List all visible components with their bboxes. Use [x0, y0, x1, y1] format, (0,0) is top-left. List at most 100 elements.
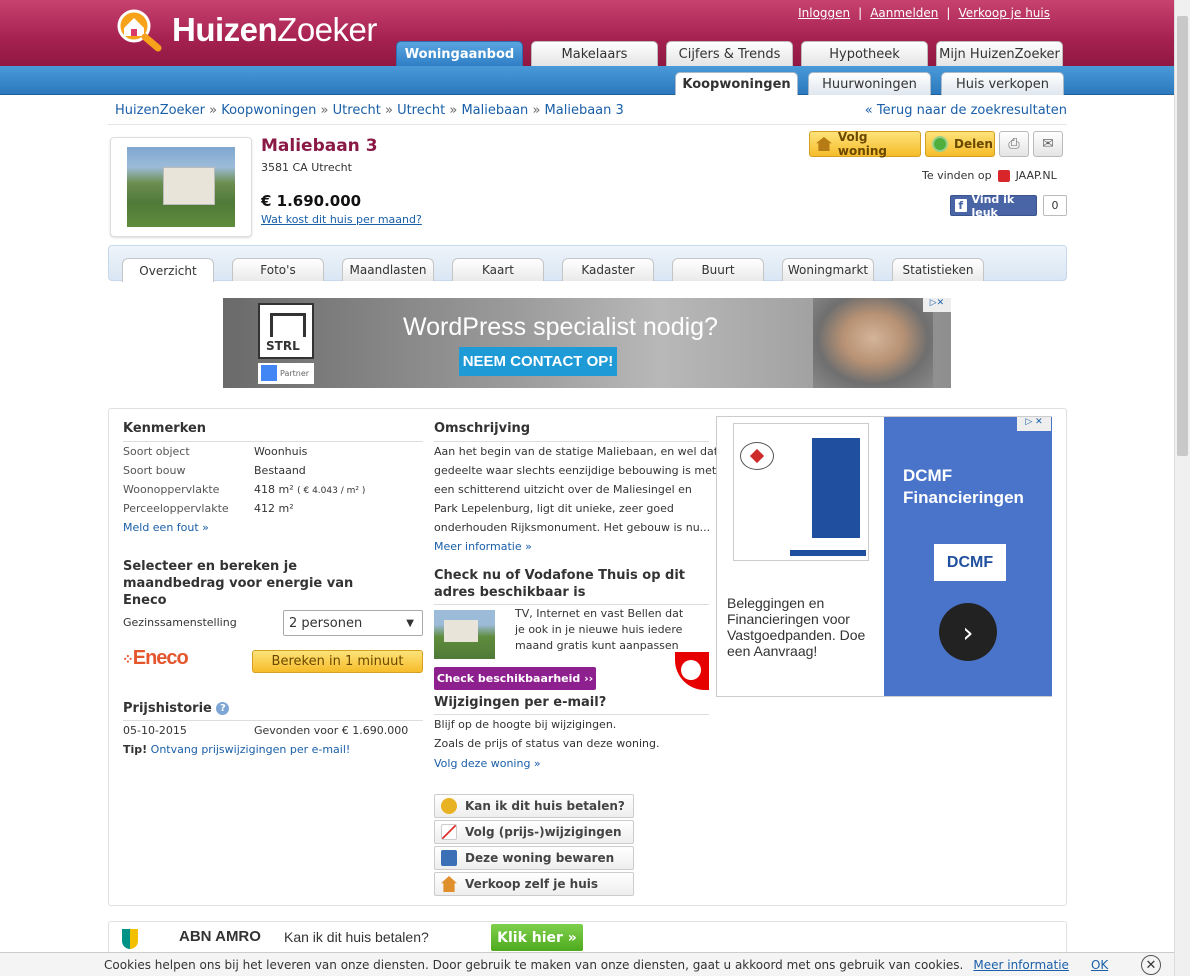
spec-value: Woonhuis [254, 445, 308, 458]
help-icon[interactable]: ? [216, 702, 230, 715]
tab-cijfers-trends[interactable]: Cijfers & Trends [666, 41, 793, 66]
breadcrumb-item[interactable]: Maliebaan [461, 103, 528, 118]
calculate-button[interactable]: Bereken in 1 minuut [252, 650, 423, 673]
main-nav: Woningaanbod Makelaars Cijfers & Trends … [396, 41, 1063, 66]
share-icon [932, 136, 948, 152]
tab-overzicht[interactable]: Overzicht [122, 258, 214, 282]
vodafone-text: TV, Internet en vast Bellen dat je ook i… [515, 607, 684, 652]
tab-makelaars[interactable]: Makelaars [531, 41, 658, 66]
heart-icon [740, 442, 774, 470]
banner-ad[interactable]: STRL Partner WordPress specialist nodig?… [223, 298, 951, 388]
spec-label: Soort bouw [123, 464, 186, 477]
facebook-like-button[interactable]: f Vind ik leuk [950, 192, 1037, 219]
abn-amro-question: Kan ik dit huis betalen? [284, 929, 429, 945]
breadcrumb-sep: » [209, 103, 218, 118]
scrollbar-thumb[interactable] [1177, 16, 1188, 456]
monthly-cost-link[interactable]: Wat kost dit huis per maand? [261, 213, 422, 226]
kenmerken-heading: Kenmerken [123, 421, 207, 436]
price-alert-link[interactable]: Ontvang prijswijzigingen per e-mail! [151, 743, 351, 756]
tab-koopwoningen[interactable]: Koopwoningen [675, 72, 798, 95]
affordability-button[interactable]: Kan ik dit huis betalen? [434, 794, 634, 818]
email-button[interactable]: ✉ [1033, 131, 1063, 157]
history-event: Gevonden voor € 1.690.000 [254, 724, 409, 737]
breadcrumb-item[interactable]: HuizenZoeker [115, 103, 205, 118]
logo-magnifier-icon [112, 6, 170, 54]
chevron-right-icon[interactable]: › [939, 603, 997, 661]
abn-amro-shield-icon [122, 929, 138, 949]
account-links: Inloggen | Aanmelden | Verkoop je huis [798, 6, 1050, 20]
household-label: Gezinssamenstelling [123, 616, 237, 629]
share-label: Delen [954, 137, 993, 151]
tab-woningaanbod[interactable]: Woningaanbod [396, 41, 523, 66]
side-ad-headline: DCMF Financieringen [903, 466, 1024, 507]
fb-like-label: Vind ik leuk [971, 192, 1015, 219]
envelope-icon: ✉ [1042, 136, 1054, 152]
jaap-icon [997, 169, 1010, 182]
divider [123, 441, 423, 442]
spec-value: Bestaand [254, 464, 306, 477]
tab-kaart[interactable]: Kaart [452, 258, 544, 281]
eneco-logo: ⁘Eneco [122, 647, 189, 669]
sell-house-link[interactable]: Verkoop je huis [958, 6, 1050, 20]
tab-buurt[interactable]: Buurt [672, 258, 764, 281]
breadcrumb: HuizenZoeker » Koopwoningen » Utrecht » … [115, 103, 624, 118]
close-icon[interactable]: ✕ [1141, 955, 1161, 975]
link-separator: | [946, 6, 951, 20]
ad-choices-icon[interactable]: ▷ ✕ [1017, 417, 1051, 431]
eneco-dots-icon: ⁘ [122, 651, 134, 667]
sell-yourself-button[interactable]: Verkoop zelf je huis [434, 872, 634, 896]
banner-cta-button[interactable]: NEEM CONTACT OP! [459, 347, 617, 376]
dcmf-logo: DCMF [934, 544, 1006, 581]
breadcrumb-item[interactable]: Utrecht [333, 103, 381, 118]
save-property-button[interactable]: Deze woning bewaren [434, 846, 634, 870]
breadcrumb-sep: » [449, 103, 458, 118]
back-to-results-link[interactable]: « Terug naar de zoekresultaten [865, 103, 1067, 118]
tab-fotos[interactable]: Foto's [232, 258, 324, 281]
share-button[interactable]: Delen [925, 131, 995, 157]
tab-woningmarkt[interactable]: Woningmarkt [782, 258, 874, 281]
follow-changes-button[interactable]: Volg (prijs-)wijzigingen [434, 820, 634, 844]
description-text: Aan het begin van de statige Maliebaan, … [434, 445, 719, 534]
email-alerts-text: Blijf op de hoogte bij wijzigingen. Zoal… [434, 718, 660, 750]
divider [434, 604, 709, 605]
found-on-label: Te vinden op [922, 169, 992, 182]
cookie-ok-link[interactable]: OK [1091, 958, 1108, 972]
cookie-more-info-link[interactable]: Meer informatie [973, 958, 1069, 972]
tab-statistieken[interactable]: Statistieken [892, 258, 984, 281]
check-availability-button[interactable]: Check beschikbaarheid ›› [434, 667, 596, 690]
property-address: 3581 CA Utrecht [261, 161, 352, 174]
dropdown-arrow-icon: ▼ [406, 617, 414, 629]
tab-huis-verkopen[interactable]: Huis verkopen [941, 72, 1064, 95]
side-ad[interactable]: Beleggingen en Financieringen voor Vastg… [716, 416, 1052, 697]
tab-maandlasten[interactable]: Maandlasten [342, 258, 434, 281]
login-link[interactable]: Inloggen [798, 6, 850, 20]
household-select[interactable]: 2 personen ▼ [283, 610, 423, 636]
ad-choices-icon[interactable]: ▷✕ [923, 298, 951, 312]
tab-mijn-huizenzoeker[interactable]: Mijn HuizenZoeker [936, 41, 1063, 66]
breadcrumb-item[interactable]: Utrecht [397, 103, 445, 118]
follow-property-link[interactable]: Volg deze woning » [434, 757, 541, 770]
breadcrumb-item[interactable]: Maliebaan 3 [545, 103, 624, 118]
breadcrumb-item[interactable]: Koopwoningen [221, 103, 316, 118]
site-logo[interactable]: HuizenZoeker [112, 6, 377, 54]
abn-click-here-button[interactable]: Klik hier » [491, 924, 583, 951]
print-button[interactable]: ⎙ [999, 131, 1029, 157]
follow-property-button[interactable]: Volg woning [809, 130, 921, 158]
spec-value: 412 m² [254, 502, 294, 515]
cookie-bar: Cookies helpen ons bij het leveren van o… [0, 952, 1174, 976]
tab-kadaster[interactable]: Kadaster [562, 258, 654, 281]
jaap-link[interactable]: JAAP.NL [1016, 169, 1057, 182]
property-thumbnail[interactable] [110, 137, 252, 237]
sub-nav: Koopwoningen Huurwoningen Huis verkopen [675, 72, 1064, 95]
more-info-link[interactable]: Meer informatie » [434, 540, 532, 553]
register-link[interactable]: Aanmelden [870, 6, 938, 20]
property-price: € 1.690.000 [261, 192, 362, 210]
report-error-link[interactable]: Meld een fout » [123, 521, 209, 534]
tab-hypotheek[interactable]: Hypotheek [801, 41, 928, 66]
logo-text: HuizenZoeker [172, 11, 377, 48]
vodafone-heading: Check nu of Vodafone Thuis op dit adres … [434, 568, 686, 600]
vertical-scrollbar[interactable] [1174, 0, 1190, 976]
banner-portrait [813, 298, 933, 388]
tab-huurwoningen[interactable]: Huurwoningen [808, 72, 931, 95]
spec-value: 418 m² ( € 4.043 / m² ) [254, 483, 366, 496]
